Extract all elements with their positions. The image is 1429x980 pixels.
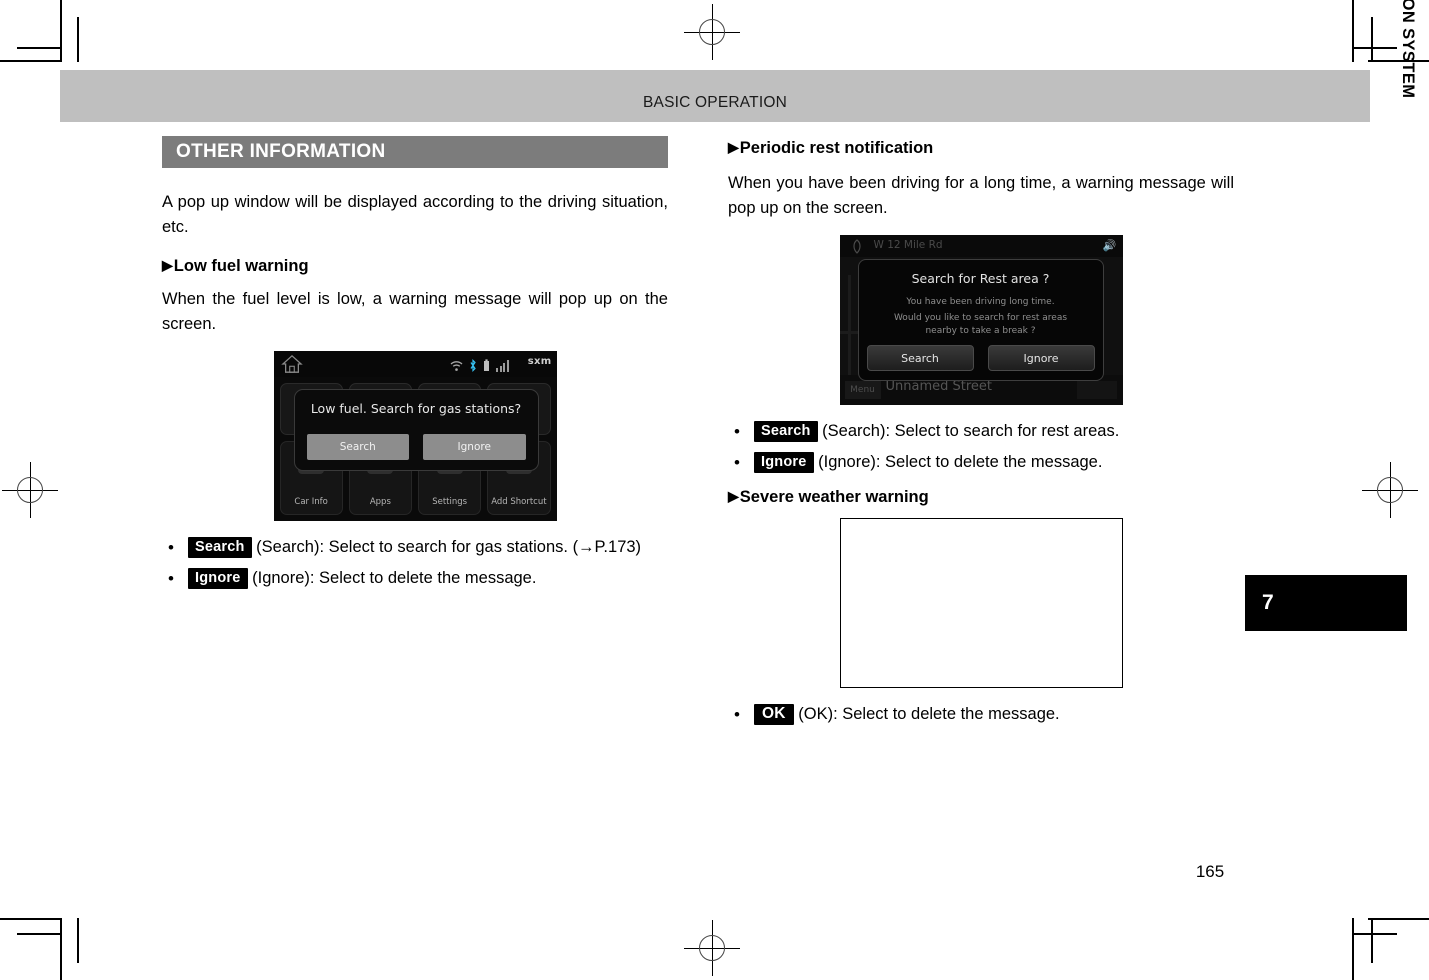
battery-icon	[484, 359, 489, 371]
rest-area-dialog-title: Search for Rest area ?	[911, 271, 1050, 286]
low-fuel-search-button[interactable]: Search	[306, 434, 409, 460]
low-fuel-dialog: Low fuel. Search for gas stations? Searc…	[293, 389, 539, 471]
shortcut-settings-label: Settings	[432, 497, 468, 507]
cropmark-bottom-left-inner-vertical	[77, 918, 79, 963]
rest-area-bullet-list: Search (Search): Select to search for re…	[728, 419, 1234, 475]
subheading-periodic-rest-notification: ▶Periodic rest notification	[728, 136, 1234, 159]
cropmark-top-right-inner-horizontal	[1352, 47, 1397, 49]
severe-weather-figure-placeholder	[839, 518, 1123, 688]
low-fuel-home-screen: Car Info Apps Settings Add Shortcut sxm …	[273, 351, 557, 521]
subheading-low-fuel-warning-label: Low fuel warning	[173, 257, 309, 275]
low-fuel-dialog-title: Low fuel. Search for gas stations?	[310, 401, 522, 416]
list-item: Search (Search): Select to search for ga…	[162, 535, 668, 560]
cropmark-bottom-right-inner-horizontal	[1352, 933, 1397, 935]
cropmark-top-right-vertical	[1352, 0, 1354, 62]
low-fuel-bullet-list: Search (Search): Select to search for ga…	[162, 535, 668, 591]
periodic-rest-paragraph: When you have been driving for a long ti…	[728, 174, 1234, 217]
cropmark-bottom-right-horizontal	[1368, 918, 1429, 920]
map-menu-button[interactable]: Menu	[844, 381, 881, 399]
bullet-text: (Search): Select to search for rest area…	[822, 422, 1120, 440]
speaker-icon[interactable]: 🔊	[1103, 239, 1117, 252]
section-header-other-information: OTHER INFORMATION	[162, 136, 668, 168]
cropmark-top-left-inner-horizontal	[17, 47, 62, 49]
left-column: OTHER INFORMATION A pop up window will b…	[162, 136, 668, 597]
cropmark-bottom-left-horizontal	[0, 918, 62, 920]
triangle-marker-icon: ▶	[728, 488, 739, 504]
subheading-periodic-rest-label: Periodic rest notification	[739, 139, 934, 157]
list-item: Ignore (Ignore): Select to delete the me…	[728, 450, 1234, 475]
cropmark-bottom-left-vertical	[60, 918, 62, 980]
bluetooth-icon	[470, 359, 476, 372]
rest-area-dialog: Search for Rest area ? You have been dri…	[857, 259, 1104, 381]
cropmark-bottom-right-vertical	[1352, 918, 1354, 980]
search-keycap[interactable]: Search	[188, 537, 252, 558]
low-fuel-dialog-buttons: Search Ignore	[306, 434, 526, 460]
map-current-street: W 12 Mile Rd	[873, 239, 943, 251]
signal-bars-icon	[496, 360, 509, 372]
list-item: OK (OK): Select to delete the message.	[728, 702, 1234, 727]
shortcut-car-info-label: Car Info	[294, 497, 328, 507]
page-header-title: BASIC OPERATION	[643, 94, 787, 111]
cropmark-bottom-left-inner-horizontal	[17, 933, 62, 935]
cropmark-top-left-inner-vertical	[77, 17, 79, 62]
section-header-label: OTHER INFORMATION	[176, 141, 386, 162]
home-icon[interactable]	[280, 354, 303, 374]
rest-area-map-screen: W 12 Mile Rd 🔊 Menu Unnamed Street Searc…	[839, 235, 1123, 405]
rest-area-dialog-body-1: You have been driving long time.	[906, 297, 1055, 307]
rest-area-search-button[interactable]: Search	[866, 345, 974, 371]
bullet-text: (OK): Select to delete the message.	[798, 705, 1060, 723]
status-icon-group	[450, 356, 509, 372]
bullet-text: (Ignore): Select to delete the message.	[252, 569, 537, 587]
intro-paragraph: A pop up window will be displayed accord…	[162, 193, 668, 236]
subheading-low-fuel-warning: ▶Low fuel warning	[162, 254, 668, 277]
shortcut-apps-label: Apps	[369, 497, 391, 507]
rest-area-dialog-body-2: Would you like to search for rest areas …	[869, 312, 1093, 338]
rest-area-dialog-body-line-3: nearby to take a break ?	[925, 326, 1036, 336]
subheading-severe-weather-label: Severe weather warning	[739, 488, 929, 506]
cropmark-top-left-horizontal	[0, 60, 62, 62]
cropmark-top-left-vertical	[60, 0, 62, 62]
page-number: 165	[1195, 862, 1225, 881]
cropmark-top-right-inner-vertical	[1371, 17, 1373, 62]
chapter-tab-number: 7	[1262, 591, 1274, 614]
navigation-arrow-icon	[852, 239, 861, 254]
low-fuel-paragraph: When the fuel level is low, a warning me…	[162, 290, 668, 333]
chapter-tab: 7	[1245, 575, 1407, 631]
ignore-keycap[interactable]: Ignore	[754, 452, 814, 473]
list-item: Search (Search): Select to search for re…	[728, 419, 1234, 444]
search-keycap[interactable]: Search	[754, 421, 818, 442]
right-column: ▶Periodic rest notification When you hav…	[728, 136, 1234, 733]
map-street-name-label: Unnamed Street	[885, 379, 993, 394]
rest-area-dialog-buttons: Search Ignore	[866, 345, 1095, 371]
head-unit-status-bar: sxm	[273, 351, 557, 377]
triangle-marker-icon: ▶	[162, 257, 173, 273]
bullet-text: (Search): Select to search for gas stati…	[256, 538, 642, 556]
subheading-severe-weather-warning: ▶Severe weather warning	[728, 485, 1234, 508]
bullet-text: (Ignore): Select to delete the message.	[818, 453, 1103, 471]
ignore-keycap[interactable]: Ignore	[188, 568, 248, 589]
sxm-label: sxm	[527, 356, 552, 367]
cropmark-bottom-right-inner-vertical	[1371, 918, 1373, 963]
wifi-icon	[450, 361, 463, 371]
ok-keycap[interactable]: OK	[754, 704, 794, 725]
rest-area-ignore-button[interactable]: Ignore	[987, 345, 1095, 371]
chapter-side-label: NAVIGATION SYSTEM	[1399, 0, 1417, 99]
low-fuel-ignore-button[interactable]: Ignore	[423, 434, 526, 460]
figure-severe-weather-wrapper	[728, 518, 1234, 688]
map-top-bar: W 12 Mile Rd 🔊	[839, 235, 1123, 257]
severe-weather-bullet-list: OK (OK): Select to delete the message.	[728, 702, 1234, 727]
figure-low-fuel-wrapper: Car Info Apps Settings Add Shortcut sxm …	[162, 351, 668, 521]
map-eta-chip	[1076, 381, 1117, 399]
rest-area-dialog-body-line-2: Would you like to search for rest areas	[893, 313, 1068, 323]
triangle-marker-icon: ▶	[728, 139, 739, 155]
figure-rest-area-wrapper: W 12 Mile Rd 🔊 Menu Unnamed Street Searc…	[728, 235, 1234, 405]
list-item: Ignore (Ignore): Select to delete the me…	[162, 566, 668, 591]
shortcut-add-shortcut-label: Add Shortcut	[491, 497, 547, 507]
